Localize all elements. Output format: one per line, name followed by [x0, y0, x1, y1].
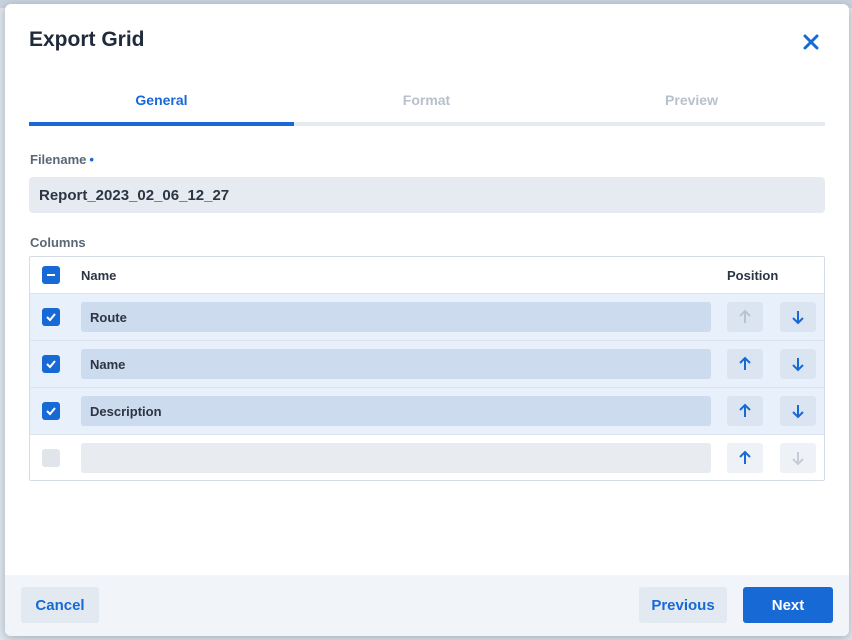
tab-preview[interactable]: Preview [559, 92, 824, 108]
columns-table: Name Position Route Name Description [29, 256, 825, 481]
arrow-up-icon [739, 309, 751, 323]
move-up-button[interactable] [727, 302, 763, 332]
tab-bar: General Format Preview [29, 92, 825, 128]
check-icon [46, 360, 56, 369]
table-row: Description [30, 387, 824, 434]
move-down-button[interactable] [780, 443, 816, 473]
row-checkbox[interactable] [42, 402, 60, 420]
column-name-input[interactable] [81, 443, 711, 473]
row-checkbox[interactable] [42, 308, 60, 326]
move-up-button[interactable] [727, 443, 763, 473]
select-all-checkbox[interactable] [42, 266, 60, 284]
column-header-name: Name [81, 268, 117, 283]
dialog-footer: Cancel Previous Next [5, 575, 849, 636]
tab-format[interactable]: Format [294, 92, 559, 108]
row-checkbox[interactable] [42, 355, 60, 373]
column-name-input[interactable]: Route [81, 302, 711, 332]
filename-input[interactable]: Report_2023_02_06_12_27 [29, 177, 825, 213]
arrow-down-icon [792, 311, 804, 325]
tab-active-indicator [29, 122, 294, 126]
table-header: Name Position [30, 257, 824, 293]
arrow-down-icon [792, 405, 804, 419]
column-header-position: Position [727, 268, 779, 283]
arrow-up-icon [739, 356, 751, 370]
arrow-up-icon [739, 450, 751, 464]
move-down-button[interactable] [780, 396, 816, 426]
move-down-button[interactable] [780, 302, 816, 332]
close-icon [803, 34, 819, 50]
table-row: Name [30, 340, 824, 387]
tab-progress-track [29, 122, 825, 126]
row-checkbox[interactable] [42, 449, 60, 467]
move-down-button[interactable] [780, 349, 816, 379]
table-row [30, 434, 824, 481]
check-icon [46, 407, 56, 416]
column-name-input[interactable]: Description [81, 396, 711, 426]
required-marker: • [89, 152, 94, 167]
move-up-button[interactable] [727, 396, 763, 426]
cancel-button[interactable]: Cancel [21, 587, 99, 623]
check-icon [46, 313, 56, 322]
filename-label-text: Filename [30, 152, 87, 167]
filename-label: Filename • [30, 152, 94, 167]
arrow-down-icon [792, 452, 804, 466]
minus-icon [47, 274, 55, 276]
column-name-input[interactable]: Name [81, 349, 711, 379]
arrow-up-icon [739, 403, 751, 417]
previous-button[interactable]: Previous [639, 587, 727, 623]
move-up-button[interactable] [727, 349, 763, 379]
export-grid-dialog: Export Grid General Format Preview Filen… [5, 4, 849, 636]
dialog-title: Export Grid [29, 28, 145, 51]
arrow-down-icon [792, 358, 804, 372]
next-button[interactable]: Next [743, 587, 833, 623]
tab-general[interactable]: General [29, 92, 294, 108]
table-row: Route [30, 293, 824, 340]
close-button[interactable] [797, 28, 825, 56]
columns-label: Columns [30, 235, 86, 250]
